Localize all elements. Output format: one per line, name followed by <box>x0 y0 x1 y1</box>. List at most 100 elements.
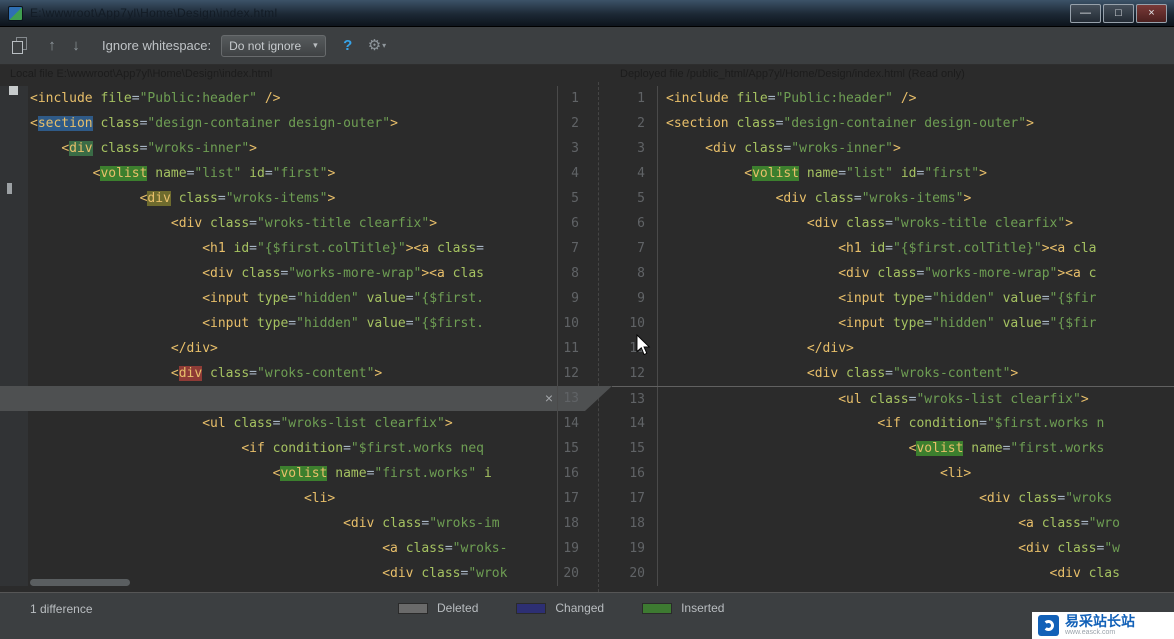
code-token: name <box>155 166 187 181</box>
line-number: 8 <box>557 261 585 286</box>
code-token: <input <box>202 316 250 331</box>
code-line-row: 12 <div class="wroks-content"> <box>612 361 1174 386</box>
code-token: = <box>885 241 893 256</box>
editor-gutter-cell <box>0 111 28 136</box>
line-number: 4 <box>612 161 658 186</box>
code-text[interactable]: <section class="design-container design-… <box>28 111 557 136</box>
code-text[interactable]: <ul class="wroks-list clearfix"> <box>658 387 1174 411</box>
maximize-button[interactable]: □ <box>1103 3 1134 23</box>
code-token: "w <box>1104 541 1120 556</box>
code-text[interactable]: <div class="wroks-im <box>28 511 557 536</box>
gutter-marker-icon[interactable] <box>7 183 12 194</box>
code-text[interactable]: <div class="wroks-title clearfix"> <box>658 211 1174 236</box>
code-line-row: <ul class="wroks-list clearfix"> 14 <box>0 411 585 436</box>
gutter-marker-icon[interactable] <box>9 86 18 95</box>
code-text[interactable]: <input type="hidden" value="{$fir <box>658 311 1174 336</box>
next-difference-icon[interactable]: ↓ <box>64 27 88 65</box>
diff-splitter[interactable] <box>585 82 612 592</box>
dismiss-change-icon[interactable]: × <box>545 386 553 411</box>
previous-difference-icon[interactable]: ↑ <box>40 27 64 65</box>
code-text[interactable]: <volist name="list" id="first"> <box>28 161 557 186</box>
code-text[interactable]: <div class="wroks-inner"> <box>658 136 1174 161</box>
code-token: <input <box>202 291 250 306</box>
code-text[interactable]: <volist name="first.works <box>658 436 1174 461</box>
code-token: <a <box>382 541 398 556</box>
editor-gutter-cell <box>0 136 28 161</box>
code-text[interactable]: <div class="works-more-wrap"><a clas <box>28 261 557 286</box>
code-text[interactable]: <ul class="wroks-list clearfix"> <box>28 411 557 436</box>
line-number: 4 <box>557 161 585 186</box>
code-text[interactable]: <li> <box>658 461 1174 486</box>
code-text[interactable]: <div class="wroks-title clearfix"> <box>28 211 557 236</box>
code-text[interactable]: <li> <box>28 486 557 511</box>
code-text[interactable]: <div class="wroks-content"> <box>28 361 557 386</box>
code-text[interactable]: <div clas <box>658 561 1174 586</box>
code-text[interactable]: <if condition="$first.works neq <box>28 436 557 461</box>
code-text[interactable]: <h1 id="{$first.colTitle}"><a class= <box>28 236 557 261</box>
code-text[interactable]: <input type="hidden" value="{$first. <box>28 286 557 311</box>
code-text[interactable]: <if condition="$first.works n <box>658 411 1174 436</box>
code-line-row: 3 <div class="wroks-inner"> <box>612 136 1174 161</box>
code-text[interactable]: </div> <box>28 336 557 361</box>
code-text[interactable]: <div class="works-more-wrap"><a c <box>658 261 1174 286</box>
code-token: "wro <box>1088 516 1120 531</box>
editor-gutter-cell <box>0 411 28 436</box>
code-text[interactable]: <volist name="list" id="first"> <box>658 161 1174 186</box>
code-token: id <box>869 241 886 256</box>
close-icon: × <box>1148 6 1155 19</box>
code-text[interactable]: <div class="wroks-inner"> <box>28 136 557 161</box>
code-text[interactable]: <volist name="first.works" i <box>28 461 557 486</box>
legend-item-deleted: Deleted <box>398 601 478 615</box>
code-text[interactable]: <div class="w <box>658 536 1174 561</box>
code-token: "wroks-inner" <box>791 141 893 156</box>
code-token: "wrok <box>468 566 508 581</box>
code-token: file <box>736 91 768 106</box>
code-text[interactable]: <div class="wroks <box>658 486 1174 511</box>
code-token: type <box>256 291 289 306</box>
close-button[interactable]: × <box>1136 3 1167 23</box>
legend-item-changed: Changed <box>516 601 604 615</box>
line-number: 7 <box>557 236 585 261</box>
code-text[interactable]: <div class="wroks-items"> <box>28 186 557 211</box>
ignore-whitespace-label: Ignore whitespace: <box>102 38 212 53</box>
code-text[interactable]: <input type="hidden" value="{$first. <box>28 311 557 336</box>
code-text[interactable]: <a class="wro <box>658 511 1174 536</box>
code-token: = <box>343 441 351 456</box>
code-token: id <box>233 241 250 256</box>
line-number: 14 <box>612 411 658 436</box>
code-text[interactable]: <include file="Public:header" /> <box>28 86 557 111</box>
code-token: <h1 <box>838 241 862 256</box>
code-token: = <box>1057 491 1066 506</box>
horizontal-scrollbar-thumb[interactable] <box>30 579 130 586</box>
code-text[interactable]: </div> <box>658 336 1174 361</box>
code-token: = <box>476 241 484 256</box>
settings-gear-button[interactable]: ⚙ ▾ <box>368 27 386 65</box>
diff-connector-shape <box>585 386 612 411</box>
code-token: cla <box>1073 241 1097 256</box>
code-text[interactable]: <div class="wroks-content"> <box>658 361 1174 386</box>
code-token: "{$first. <box>413 291 484 306</box>
code-text[interactable]: <include file="Public:header" /> <box>658 86 1174 111</box>
help-icon[interactable]: ? <box>336 27 360 65</box>
code-text[interactable]: <div class="wroks-items"> <box>658 186 1174 211</box>
code-token: = <box>924 291 933 306</box>
watermark-title: 易采站长站 <box>1065 614 1135 630</box>
code-text[interactable]: <a class="wroks- <box>28 536 557 561</box>
code-text[interactable]: <section class="design-container design-… <box>658 111 1174 136</box>
minimize-button[interactable]: — <box>1070 3 1101 23</box>
code-line-row: 18 <a class="wro <box>612 511 1174 536</box>
code-text[interactable]: × <box>28 386 557 411</box>
code-token: ><a <box>1057 266 1081 281</box>
code-token: "Public:header" <box>139 91 257 106</box>
code-text[interactable]: <input type="hidden" value="{$fir <box>658 286 1174 311</box>
code-token: = <box>924 316 933 331</box>
code-text[interactable]: <h1 id="{$first.colTitle}"><a cla <box>658 236 1174 261</box>
copy-icon[interactable] <box>12 37 27 54</box>
whitespace-dropdown[interactable]: Do not ignore ▾ <box>221 34 326 57</box>
code-token: = <box>288 316 297 331</box>
